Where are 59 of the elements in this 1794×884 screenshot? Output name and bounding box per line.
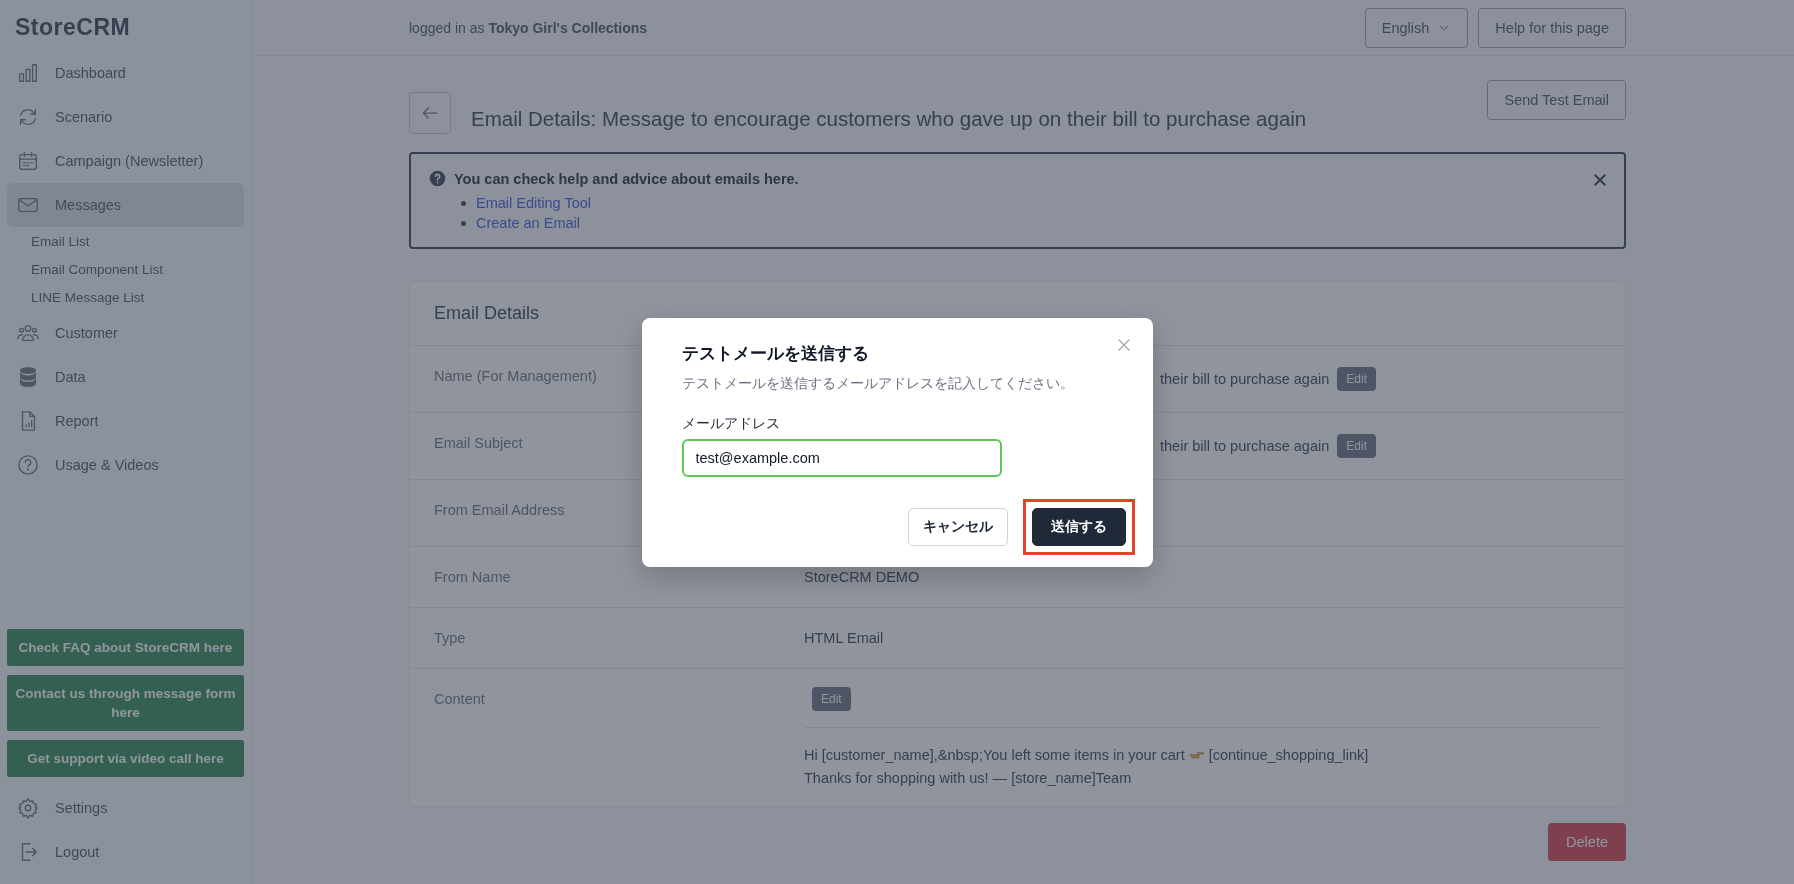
email-input[interactable]: test@example.com bbox=[681, 438, 1002, 477]
field-label: Type bbox=[434, 630, 466, 646]
bullet-dot bbox=[461, 220, 466, 226]
nav-item[interactable]: Settings bbox=[7, 786, 244, 830]
submenu-item[interactable]: LINE Message List bbox=[7, 283, 145, 311]
nav-item[interactable]: Dashboard bbox=[7, 51, 244, 95]
nav-item[interactable]: Messages bbox=[7, 183, 244, 227]
edit-button[interactable]: Edit bbox=[1337, 434, 1376, 458]
question-icon bbox=[17, 454, 39, 476]
field-value: their bill to purchase again bbox=[1160, 438, 1330, 454]
edit-button[interactable]: Edit bbox=[1337, 367, 1376, 391]
support-button[interactable]: Get support via video call here bbox=[7, 740, 244, 777]
help-heading: You can check help and advice about emails here. bbox=[454, 170, 799, 187]
field-value: their bill to purchase again bbox=[1160, 371, 1330, 387]
bar-chart-icon bbox=[17, 62, 39, 84]
nav-item[interactable]: Data bbox=[7, 355, 244, 399]
field-label: From Name bbox=[434, 569, 511, 585]
nav-item[interactable]: Logout bbox=[7, 830, 244, 874]
support-button[interactable]: Check FAQ about StoreCRM here bbox=[7, 629, 244, 666]
cycle-arrows-icon bbox=[17, 106, 39, 128]
nav-item[interactable]: Scenario bbox=[7, 95, 244, 139]
delete-button[interactable]: Delete bbox=[1548, 823, 1626, 861]
bullet-dot bbox=[461, 200, 466, 206]
nav-item[interactable]: Usage & Videos bbox=[7, 443, 244, 487]
language-select[interactable]: English bbox=[1364, 7, 1469, 48]
submit-button[interactable]: 送信する bbox=[1031, 507, 1126, 546]
modal-description: テストメールを送信するメールアドレスを記入してください。 bbox=[681, 374, 1075, 393]
back-button[interactable] bbox=[409, 92, 451, 134]
send-test-email-button[interactable]: Send Test Email bbox=[1487, 80, 1626, 120]
calendar-icon bbox=[17, 150, 39, 172]
nav-item[interactable]: Report bbox=[7, 399, 244, 443]
help-button[interactable]: Help for this page bbox=[1478, 7, 1626, 48]
field-label: メールアドレス bbox=[681, 414, 780, 433]
field-label: Name (For Management) bbox=[434, 368, 597, 384]
cancel-button[interactable]: キャンセル bbox=[907, 507, 1008, 546]
field-label: From Email Address bbox=[434, 502, 565, 518]
submenu-item[interactable]: Email Component List bbox=[7, 255, 164, 283]
content-text: [continue_shopping_link] bbox=[1208, 746, 1369, 765]
support-button[interactable]: Contact us through message form here bbox=[7, 675, 244, 731]
field-label: Content bbox=[434, 691, 485, 707]
people-icon bbox=[17, 322, 39, 344]
help-link[interactable]: Create an Email bbox=[476, 213, 580, 233]
edit-button[interactable]: Edit bbox=[812, 687, 851, 711]
login-text: logged in as Tokyo Girl's Collections bbox=[409, 19, 648, 36]
logo: StoreCRM bbox=[14, 13, 132, 42]
submenu-item[interactable]: Email List bbox=[7, 227, 90, 255]
field-value: StoreCRM DEMO bbox=[804, 569, 920, 585]
field-value: HTML Email bbox=[804, 630, 884, 646]
nav-item[interactable]: Customer bbox=[7, 311, 244, 355]
content-text: Hi [customer_name],&nbsp;You left some items in your cart bbox=[804, 746, 1185, 765]
close-icon[interactable] bbox=[1592, 172, 1608, 188]
nav-item[interactable]: Campaign (Newsletter) bbox=[7, 139, 244, 183]
content-text: Thanks for shopping with us! — [store_name]Team bbox=[804, 769, 1132, 788]
field-label: Email Subject bbox=[434, 435, 523, 451]
question-circle-icon bbox=[429, 170, 446, 187]
help-link[interactable]: Email Editing Tool bbox=[476, 193, 591, 213]
page-title: Email Details: Message to encourage customers who gave up on their bill to purchase again bbox=[471, 107, 1308, 131]
database-icon bbox=[17, 366, 39, 388]
settings-icon bbox=[17, 797, 39, 819]
